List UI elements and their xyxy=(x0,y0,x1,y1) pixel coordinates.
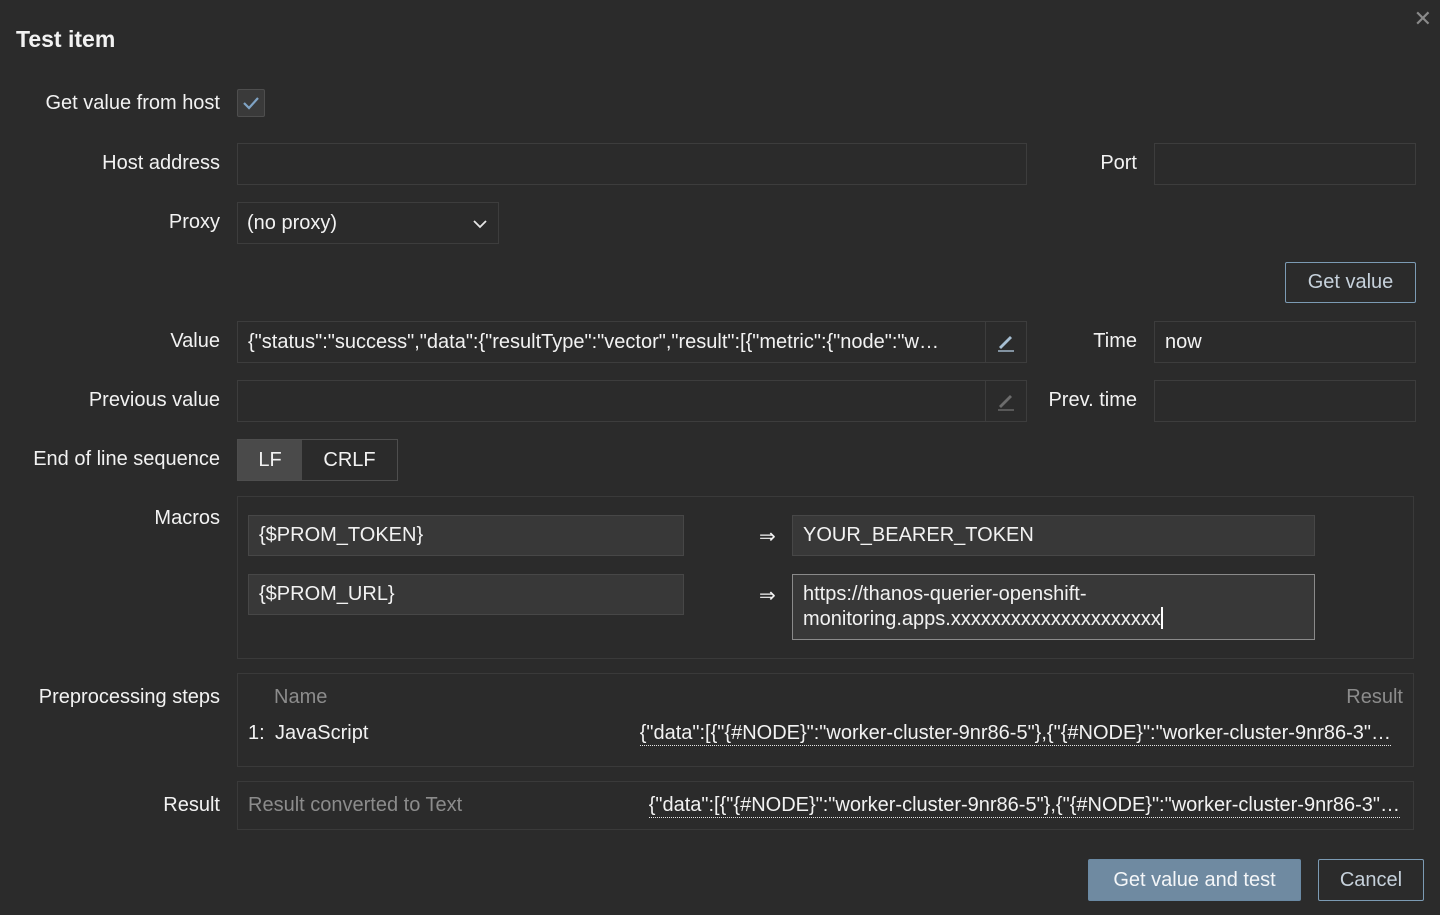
preprocessing-label: Preprocessing steps xyxy=(38,686,220,708)
column-header-name: Name xyxy=(274,686,328,708)
text-cursor xyxy=(1160,607,1163,629)
get-value-and-test-button[interactable]: Get value and test xyxy=(1088,859,1301,901)
port-input[interactable] xyxy=(1154,143,1416,185)
macro-name-input[interactable]: {$PROM_TOKEN} xyxy=(248,515,684,556)
eol-toggle: LF CRLF xyxy=(237,439,398,481)
macro-name-input[interactable]: {$PROM_URL} xyxy=(248,574,684,615)
macro-value-line: monitoring.apps.xxxxxxxxxxxxxxxxxxxxx xyxy=(803,607,1163,630)
get-value-from-host-checkbox[interactable] xyxy=(237,89,265,117)
value-text: {"status":"success","data":{"resultType"… xyxy=(248,330,939,353)
pencil-icon xyxy=(998,395,1014,411)
proxy-select[interactable]: (no proxy) xyxy=(237,202,499,244)
value-label: Value xyxy=(170,330,220,352)
prev-time-label: Prev. time xyxy=(1048,389,1137,411)
cancel-button[interactable]: Cancel xyxy=(1318,859,1424,901)
macro-value-input[interactable]: YOUR_BEARER_TOKEN xyxy=(792,515,1315,556)
macros-label: Macros xyxy=(154,507,220,529)
macros-panel: {$PROM_TOKEN} ⇒ YOUR_BEARER_TOKEN {$PROM… xyxy=(237,496,1414,659)
proxy-select-value: (no proxy) xyxy=(247,211,338,234)
previous-value-edit-button[interactable] xyxy=(985,381,1026,421)
column-header-result: Result xyxy=(1346,686,1403,708)
eol-option-crlf[interactable]: CRLF xyxy=(302,440,397,480)
time-label: Time xyxy=(1093,330,1137,352)
previous-value-label: Previous value xyxy=(88,389,220,411)
previous-value-input[interactable] xyxy=(237,380,1027,422)
macro-value-line: https://thanos-querier-openshift- xyxy=(803,583,1087,605)
value-input[interactable]: {"status":"success","data":{"resultType"… xyxy=(237,321,1027,363)
step-index: 1: xyxy=(248,722,265,744)
proxy-label: Proxy xyxy=(168,211,220,233)
eol-option-lf[interactable]: LF xyxy=(238,440,302,480)
pencil-icon xyxy=(998,336,1014,352)
test-item-dialog: Test item ✕ Get value from host Host add… xyxy=(0,0,1440,915)
result-placeholder: Result converted to Text xyxy=(248,794,463,816)
get-value-from-host-label: Get value from host xyxy=(45,92,220,114)
step-name: JavaScript xyxy=(275,722,369,744)
port-label: Port xyxy=(1100,152,1137,174)
prev-time-input[interactable] xyxy=(1154,380,1416,422)
result-value[interactable]: {"data":[{"{#NODE}":"worker-cluster-9nr8… xyxy=(648,794,1400,818)
eol-label: End of line sequence xyxy=(33,448,220,470)
result-panel: Result converted to Text {"data":[{"{#NO… xyxy=(237,781,1414,830)
get-value-button[interactable]: Get value xyxy=(1285,262,1416,303)
host-address-label: Host address xyxy=(102,152,220,174)
macro-value-textarea[interactable]: https://thanos-querier-openshift- monito… xyxy=(792,574,1315,640)
checkmark-icon xyxy=(243,97,259,110)
macro-arrow: ⇒ xyxy=(759,526,776,548)
value-edit-button[interactable] xyxy=(985,322,1026,362)
close-icon[interactable]: ✕ xyxy=(1414,8,1432,30)
dialog-title: Test item xyxy=(16,26,116,52)
host-address-input[interactable] xyxy=(237,143,1027,185)
macro-arrow: ⇒ xyxy=(759,585,776,607)
step-result[interactable]: {"data":[{"{#NODE}":"worker-cluster-9nr8… xyxy=(639,722,1391,746)
chevron-down-icon xyxy=(473,220,487,229)
preprocessing-panel: Name Result 1: JavaScript {"data":[{"{#N… xyxy=(237,673,1414,767)
time-input[interactable]: now xyxy=(1154,321,1416,363)
result-label: Result xyxy=(163,794,220,816)
